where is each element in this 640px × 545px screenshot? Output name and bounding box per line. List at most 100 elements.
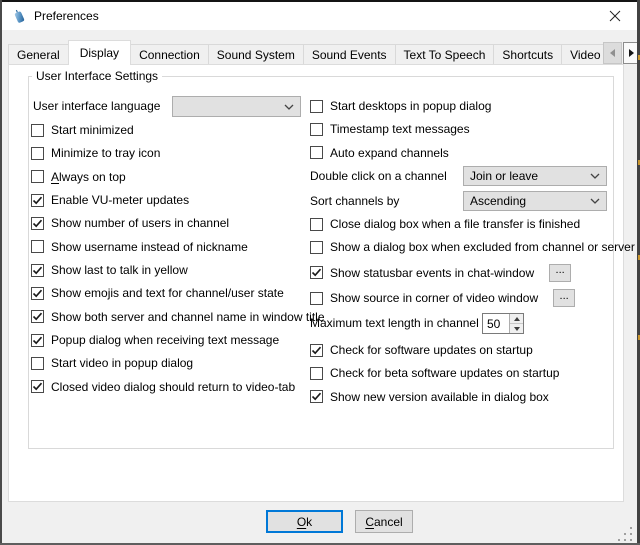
show-number-of-users-in-channel-row: Show number of users in channel [31,212,229,234]
show-a-dialog-box-when-excluded-from-channel-or-server-row: Show a dialog box when excluded from cha… [310,236,635,258]
double-click-on-a-channel-combobox[interactable]: Join or leave [463,166,607,186]
desktop-background: Preferences GeneralDisplayConnectionSoun… [0,0,640,545]
spin-buttons [509,314,523,333]
start-video-in-popup-dialog-checkbox[interactable] [31,357,44,370]
show-emojis-and-text-for-channel-user-state-label: Show emojis and text for channel/user st… [51,286,284,300]
show-emojis-and-text-for-channel-user-state-row: Show emojis and text for channel/user st… [31,282,284,304]
always-on-top-row: Always on top [31,166,126,188]
timestamp-text-messages-label: Timestamp text messages [330,122,470,136]
show-number-of-users-in-channel-checkbox[interactable] [31,217,44,230]
start-video-in-popup-dialog-row: Start video in popup dialog [31,352,193,374]
show-new-version-available-in-dialog-box-row: Show new version available in dialog box [310,386,549,408]
enable-vu-meter-updates-row: Enable VU-meter updates [31,189,189,211]
closed-video-dialog-should-return-to-video-tab-checkbox[interactable] [31,380,44,393]
show-statusbar-events-in-chat-window-checkbox[interactable] [310,266,323,279]
check-for-software-updates-on-startup-row: Check for software updates on startup [310,339,533,361]
show-source-in-corner-of-video-window-checkbox[interactable] [310,292,323,305]
check-for-beta-software-updates-on-startup-row: Check for beta software updates on start… [310,362,559,384]
check-for-software-updates-on-startup-label: Check for software updates on startup [330,343,533,357]
always-on-top-label: Always on top [51,170,126,184]
close-icon [609,10,621,22]
resize-grip[interactable] [618,527,634,543]
title-bar[interactable]: Preferences [2,2,637,30]
minimize-to-tray-icon-checkbox[interactable] [31,147,44,160]
close-dialog-box-when-a-file-transfer-is-finished-label: Close dialog box when a file transfer is… [330,217,580,231]
user-interface-language-label: User interface language [33,95,160,117]
show-source-in-corner-of-video-window-more-button[interactable]: ... [553,289,575,307]
tab-bar: GeneralDisplayConnectionSound SystemSoun… [8,40,603,65]
show-source-in-corner-of-video-window-label: Show source in corner of video window [330,291,538,305]
show-last-to-talk-in-yellow-label: Show last to talk in yellow [51,263,188,277]
chevron-down-icon [284,104,294,110]
close-button[interactable] [592,2,637,30]
triangle-up-icon [514,317,520,321]
show-new-version-available-in-dialog-box-checkbox[interactable] [310,390,323,403]
tab-connection[interactable]: Connection [130,44,209,64]
preferences-dialog: Preferences GeneralDisplayConnectionSoun… [2,2,637,543]
show-source-in-corner-of-video-window-row: Show source in corner of video window... [310,287,575,309]
ok-button[interactable]: Ok [266,510,343,533]
show-statusbar-events-in-chat-window-row: Show statusbar events in chat-window... [310,262,571,284]
show-number-of-users-in-channel-label: Show number of users in channel [51,216,229,230]
tab-scroll-right-button[interactable] [623,42,637,64]
tab-scroll-left-button[interactable] [603,42,622,64]
show-new-version-available-in-dialog-box-label: Show new version available in dialog box [330,390,549,404]
spin-up-button[interactable] [510,314,523,323]
start-minimized-checkbox[interactable] [31,124,44,137]
start-video-in-popup-dialog-label: Start video in popup dialog [51,356,193,370]
spin-down-button[interactable] [510,323,523,333]
popup-dialog-when-receiving-text-message-row: Popup dialog when receiving text message [31,329,279,351]
show-username-instead-of-nickname-label: Show username instead of nickname [51,240,248,254]
start-minimized-row: Start minimized [31,119,134,141]
sort-channels-value: Ascending [470,194,526,208]
triangle-left-icon [610,49,615,57]
show-both-server-and-channel-name-in-window-title-row: Show both server and channel name in win… [31,306,325,328]
show-both-server-and-channel-name-in-window-title-checkbox[interactable] [31,310,44,323]
closed-video-dialog-should-return-to-video-tab-row: Closed video dialog should return to vid… [31,376,295,398]
close-dialog-box-when-a-file-transfer-is-finished-checkbox[interactable] [310,218,323,231]
popup-dialog-when-receiving-text-message-checkbox[interactable] [31,334,44,347]
group-title: User Interface Settings [32,69,162,83]
enable-vu-meter-updates-label: Enable VU-meter updates [51,193,189,207]
triangle-right-icon [629,49,634,57]
always-on-top-checkbox[interactable] [31,170,44,183]
timestamp-text-messages-checkbox[interactable] [310,123,323,136]
app-icon [11,8,27,24]
tab-text-to-speech[interactable]: Text To Speech [395,44,495,64]
tab-video[interactable]: Video [561,44,603,64]
desktop-edge-left [0,0,2,545]
auto-expand-channels-row: Auto expand channels [310,142,449,164]
show-username-instead-of-nickname-checkbox[interactable] [31,240,44,253]
timestamp-text-messages-row: Timestamp text messages [310,118,470,140]
enable-vu-meter-updates-checkbox[interactable] [31,194,44,207]
show-both-server-and-channel-name-in-window-title-label: Show both server and channel name in win… [51,310,325,324]
show-emojis-and-text-for-channel-user-state-checkbox[interactable] [31,287,44,300]
chevron-down-icon [590,173,600,179]
show-last-to-talk-in-yellow-checkbox[interactable] [31,264,44,277]
close-dialog-box-when-a-file-transfer-is-finished-row: Close dialog box when a file transfer is… [310,213,580,235]
show-statusbar-events-in-chat-window-more-button[interactable]: ... [549,264,571,282]
desktop-edge-top [0,0,640,2]
user-interface-language-combobox[interactable] [172,96,301,117]
tab-general[interactable]: General [8,44,69,64]
minimize-to-tray-icon-row: Minimize to tray icon [31,142,160,164]
check-for-beta-software-updates-on-startup-checkbox[interactable] [310,367,323,380]
check-for-software-updates-on-startup-checkbox[interactable] [310,344,323,357]
auto-expand-channels-checkbox[interactable] [310,146,323,159]
tab-display[interactable]: Display [68,40,131,65]
double-click-value: Join or leave [470,169,538,183]
tab-shortcuts[interactable]: Shortcuts [493,44,562,64]
tab-sound-events[interactable]: Sound Events [303,44,396,64]
show-a-dialog-box-when-excluded-from-channel-or-server-checkbox[interactable] [310,241,323,254]
show-username-instead-of-nickname-row: Show username instead of nickname [31,236,248,258]
check-for-beta-software-updates-on-startup-label: Check for beta software updates on start… [330,366,559,380]
tab-sound-system[interactable]: Sound System [208,44,304,64]
cancel-button[interactable]: Cancel [355,510,413,533]
start-desktops-in-popup-dialog-row: Start desktops in popup dialog [310,95,491,117]
window-title: Preferences [34,2,99,30]
start-desktops-in-popup-dialog-checkbox[interactable] [310,100,323,113]
show-last-to-talk-in-yellow-row: Show last to talk in yellow [31,259,188,281]
maximum-text-length-value: 50 [483,314,509,333]
sort-channels-by-combobox[interactable]: Ascending [463,191,607,211]
maximum-text-length-spinbox[interactable]: 50 [482,313,524,334]
